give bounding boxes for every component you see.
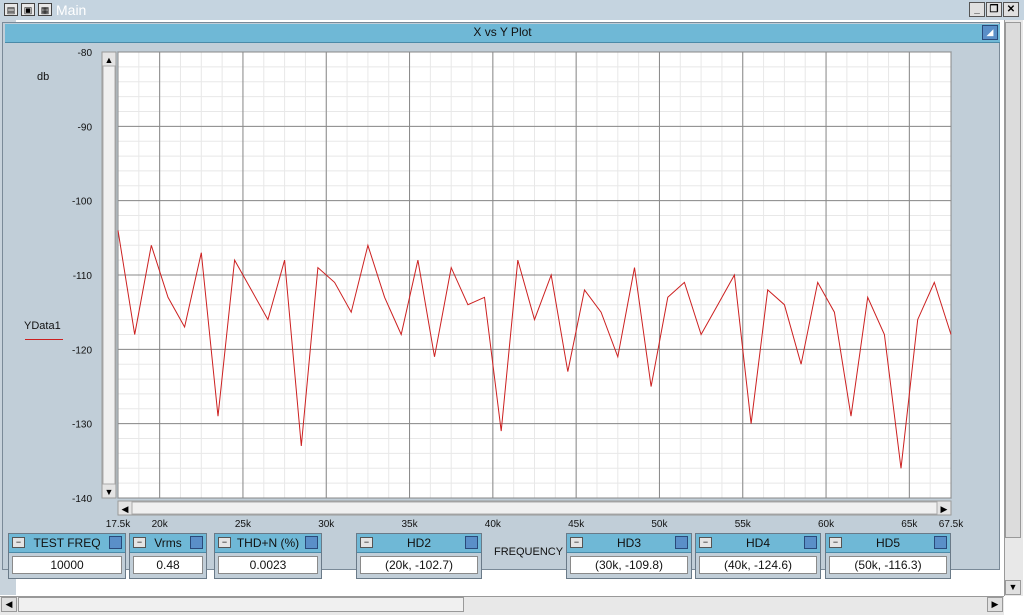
hd3-value[interactable]: (30k, -109.8) — [570, 556, 688, 574]
vrms-control[interactable]: − Vrms 0.48 — [129, 533, 207, 579]
horizontal-scroll-thumb[interactable] — [18, 597, 464, 612]
menu-icon[interactable] — [190, 536, 203, 549]
hd3-control[interactable]: − HD3 (30k, -109.8) — [566, 533, 692, 579]
control-title: HD4 — [745, 536, 770, 550]
minimize-icon[interactable]: − — [699, 537, 712, 548]
hd5-control[interactable]: − HD5 (50k, -116.3) — [825, 533, 951, 579]
y-tick-label: -120 — [72, 345, 92, 356]
menu-icon[interactable] — [109, 536, 122, 549]
y-tick-label: -90 — [78, 122, 93, 133]
minimize-icon[interactable]: − — [133, 537, 146, 548]
x-tick-label: 65k — [901, 519, 918, 530]
hd5-value[interactable]: (50k, -116.3) — [829, 556, 947, 574]
vertical-scroll-thumb[interactable] — [1005, 22, 1021, 538]
y-tick-label: -100 — [72, 197, 92, 208]
hd4-control[interactable]: − HD4 (40k, -124.6) — [695, 533, 821, 579]
control-title: Vrms — [154, 536, 182, 550]
hd2-value[interactable]: (20k, -102.7) — [360, 556, 478, 574]
x-tick-label: 20k — [152, 519, 169, 530]
y-axis-scroll-thumb[interactable] — [102, 65, 116, 485]
x-tick-label: 55k — [735, 519, 752, 530]
minimize-icon[interactable]: − — [829, 537, 842, 548]
x-axis-scroll-thumb[interactable] — [131, 501, 938, 515]
vrms-value[interactable]: 0.48 — [133, 556, 203, 574]
y-tick-label: -80 — [78, 48, 93, 59]
menu-icon[interactable] — [934, 536, 947, 549]
scroll-right-arrow-icon[interactable]: ▶ — [987, 597, 1003, 612]
x-tick-label: 50k — [651, 519, 668, 530]
minimize-icon[interactable]: − — [570, 537, 583, 548]
x-tick-label: 60k — [818, 519, 835, 530]
minimize-icon[interactable]: − — [218, 537, 231, 548]
x-tick-label: 45k — [568, 519, 585, 530]
menu-icon[interactable] — [465, 536, 478, 549]
control-title: HD3 — [616, 536, 641, 550]
y-tick-label: -130 — [72, 420, 92, 431]
minimize-icon[interactable]: − — [12, 537, 25, 548]
thdn-control[interactable]: − THD+N (%) 0.0023 — [214, 533, 322, 579]
scroll-left-arrow-icon[interactable]: ◀ — [122, 504, 129, 514]
test-freq-control[interactable]: − TEST FREQ 10000 — [8, 533, 126, 579]
hd2-control[interactable]: − HD2 (20k, -102.7) — [356, 533, 482, 579]
scroll-down-arrow-icon[interactable]: ▼ — [1005, 580, 1021, 595]
x-tick-label: 40k — [485, 519, 502, 530]
menu-icon[interactable] — [675, 536, 688, 549]
y-tick-label: -110 — [73, 271, 93, 282]
menu-icon[interactable] — [305, 536, 318, 549]
scroll-up-arrow-icon[interactable]: ▲ — [105, 55, 114, 65]
control-title: THD+N (%) — [236, 536, 300, 550]
x-axis-label: FREQUENCY — [494, 546, 564, 558]
close-button[interactable]: ✕ — [1003, 2, 1019, 17]
hd4-value[interactable]: (40k, -124.6) — [699, 556, 817, 574]
test-freq-value[interactable]: 10000 — [12, 556, 122, 574]
control-title: HD5 — [875, 536, 900, 550]
menu-icon[interactable] — [804, 536, 817, 549]
x-tick-label: 67.5k — [939, 519, 964, 530]
xy-plot-chart: ▲ ▼ 17.5k 20k 25k 30k 35k 40k 45k 50k 55k 60k 65k 67.… — [72, 48, 964, 530]
x-tick-label: 35k — [401, 519, 418, 530]
thdn-value[interactable]: 0.0023 — [218, 556, 318, 574]
scroll-left-arrow-icon[interactable]: ◀ — [1, 597, 17, 612]
scroll-down-arrow-icon[interactable]: ▼ — [105, 487, 114, 497]
control-title: TEST FREQ — [33, 536, 101, 550]
y-tick-label: -140 — [72, 494, 92, 505]
x-tick-label: 17.5k — [106, 519, 131, 530]
control-title: HD2 — [406, 536, 431, 550]
x-tick-label: 30k — [318, 519, 335, 530]
minimize-icon[interactable]: − — [360, 537, 373, 548]
x-tick-label: 25k — [235, 519, 252, 530]
scroll-right-arrow-icon[interactable]: ▶ — [941, 504, 948, 514]
